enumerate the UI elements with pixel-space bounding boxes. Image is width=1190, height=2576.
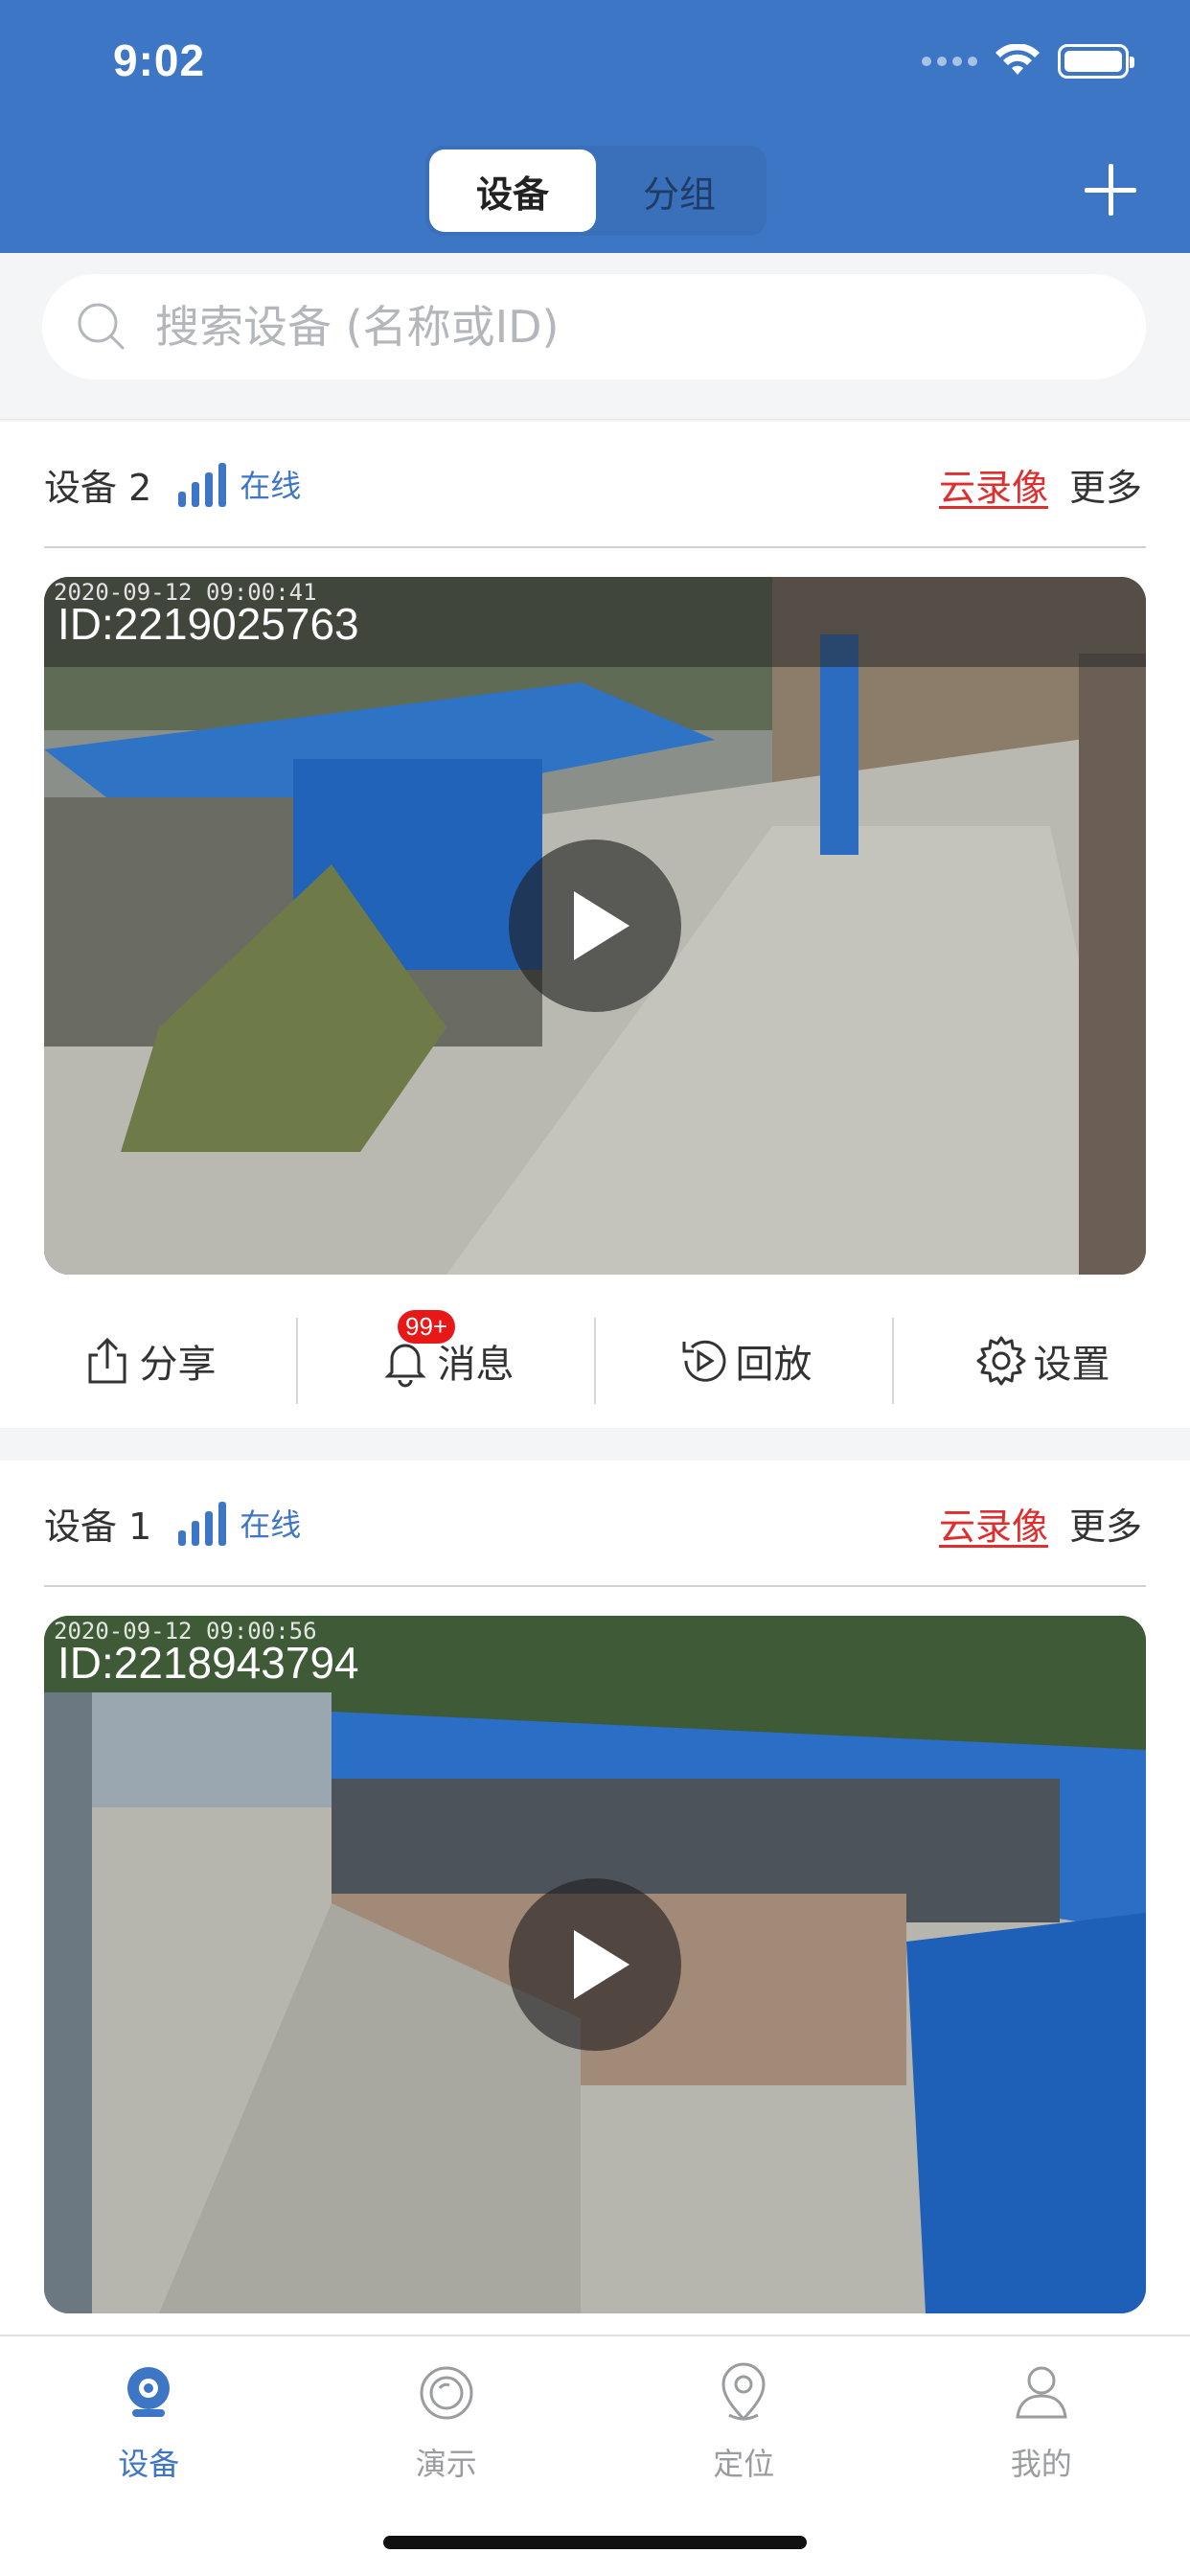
settings-label: 设置 [1033,1343,1110,1387]
search-bar[interactable] [42,274,1146,380]
location-icon [721,2362,766,2422]
tab-devices-label: 设备 [118,2446,180,2482]
device-id: ID:2218943794 [57,1638,359,1688]
cloud-recording-link[interactable]: 云录像 [939,458,1048,511]
share-icon [88,1337,126,1384]
play-button[interactable] [509,840,681,1012]
playback-icon [682,1340,725,1382]
messages-button[interactable]: 消息 99+ [296,1310,594,1404]
device-card: 设备 1 在线 云录像 更多 2020-09-12 09:00:56 ID:22… [0,1460,1190,2334]
play-button[interactable] [509,1878,681,2051]
segment-groups[interactable]: 分组 [596,150,763,232]
add-device-button[interactable] [1079,158,1142,221]
tab-devices[interactable]: 设备 [0,2336,298,2490]
tab-location[interactable]: 定位 [595,2336,893,2490]
tab-demo[interactable]: 演示 [298,2336,596,2490]
tab-demo-label: 演示 [415,2446,477,2482]
online-status: 在线 [240,468,302,504]
cloud-recording-link[interactable]: 云录像 [939,1497,1048,1550]
search-section [0,253,1190,420]
search-icon [78,303,125,350]
home-indicator [383,2536,807,2549]
more-button[interactable]: 更多 [1069,458,1142,511]
camera-icon [127,2367,171,2417]
tab-profile[interactable]: 我的 [893,2336,1190,2490]
status-icons [922,44,1134,79]
tab-profile-label: 我的 [1010,2446,1072,2482]
online-status: 在线 [240,1506,302,1543]
camera-preview[interactable]: 2020-09-12 09:00:41 ID:2219025763 [44,577,1146,1275]
status-time: 9:02 [113,35,206,85]
profile-icon [1016,2366,1067,2419]
playback-label: 回放 [735,1343,812,1387]
wifi-icon [995,44,1040,75]
share-label: 分享 [139,1343,217,1387]
tab-location-label: 定位 [713,2446,775,2482]
playback-button[interactable]: 回放 [594,1318,892,1404]
signal-strength-icon [178,461,227,507]
device-card-header: 设备 1 在线 云录像 更多 [44,1460,1146,1587]
device-card: 设备 2 在线 云录像 更多 2020-09-12 09:00:41 ID:22… [0,422,1190,1428]
battery-icon [1058,44,1134,79]
gear-icon [976,1336,1025,1386]
more-button[interactable]: 更多 [1069,1497,1142,1550]
device-card-header: 设备 2 在线 云录像 更多 [44,422,1146,548]
device-name: 设备 1 [44,1505,152,1548]
device-action-bar: 分享 消息 99+ 回放 设置 [0,1294,1190,1428]
messages-label: 消息 [437,1343,515,1387]
settings-button[interactable]: 设置 [892,1318,1190,1404]
segment-devices[interactable]: 设备 [429,150,596,232]
app-header: 9:02 设备 分组 [0,0,1190,253]
search-input[interactable] [155,301,1018,353]
camera-preview[interactable]: 2020-09-12 09:00:56 ID:2218943794 [44,1616,1146,2313]
cellular-signal-icon [922,57,977,66]
device-id: ID:2219025763 [57,599,359,649]
unread-badge: 99+ [398,1310,456,1344]
share-button[interactable]: 分享 [0,1318,296,1404]
view-segmented-control: 设备 分组 [425,146,767,236]
device-name: 设备 2 [44,466,152,509]
demo-icon [420,2366,473,2420]
signal-strength-icon [178,1500,227,1546]
